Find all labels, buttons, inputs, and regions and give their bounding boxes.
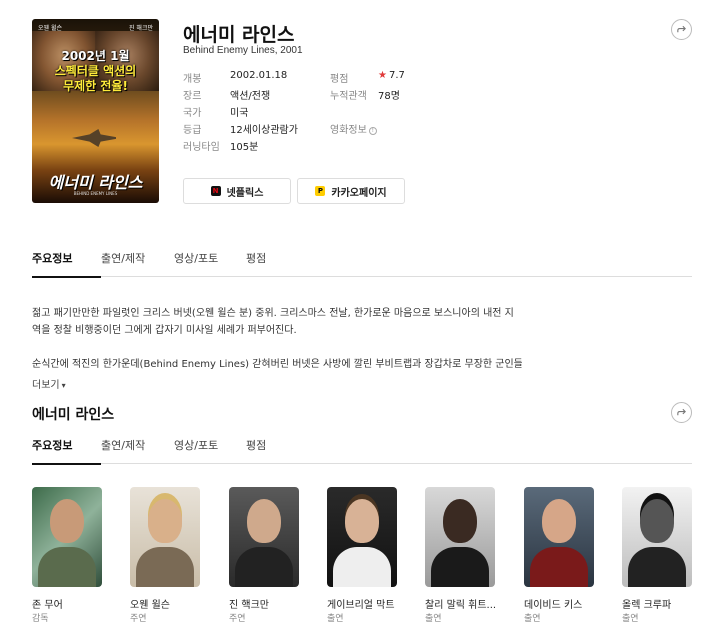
star-icon: ★: [378, 70, 387, 81]
tab-reviews[interactable]: 평점: [246, 251, 296, 277]
score: ★ 7.7: [378, 70, 405, 81]
poster-tagline: 2002년 1월 스펙터클 액션의 무제한 전율!: [54, 49, 137, 93]
kakaopage-button[interactable]: P 카카오페이지: [297, 178, 405, 204]
cast-photo: [327, 487, 397, 587]
movie-poster[interactable]: 오웬 윌슨 진 해크만 2002년 1월 스펙터클 액션의 무제한 전율! 에너…: [32, 19, 159, 203]
release-date: 2002.01.18: [230, 70, 288, 81]
movie-subtitle: Behind Enemy Lines, 2001: [183, 45, 303, 56]
cast-item[interactable]: 데이비드 키스 출연: [524, 487, 594, 624]
tab-media[interactable]: 영상/포토: [174, 251, 246, 277]
cast-photo: [622, 487, 692, 587]
cast-photo: [130, 487, 200, 587]
info-icon: !: [368, 127, 377, 135]
poster-jet: [72, 129, 116, 147]
share-button-secondary[interactable]: [671, 402, 692, 423]
cast-item[interactable]: 게이브리얼 막트 출연: [327, 487, 397, 624]
cast-item[interactable]: 진 핵크만 주연: [229, 487, 299, 624]
running-time: 105분: [230, 142, 259, 153]
netflix-icon: N: [210, 186, 221, 196]
tab-bar-sticky: 주요정보 출연/제작 영상/포토 평점: [32, 438, 692, 465]
cast-item[interactable]: 찰리 말릭 휘트... 출연: [425, 487, 496, 624]
share-button[interactable]: [671, 19, 692, 40]
synopsis: 젊고 패기만만한 파일럿인 크리스 버넷(오웬 윌슨 분) 중위. 크리스마스 …: [32, 308, 522, 370]
info-key: 누적관객: [330, 91, 367, 102]
movie-info-link[interactable]: 영화정보!: [330, 121, 377, 136]
info-key: 평점: [330, 74, 349, 85]
tab-main-info[interactable]: 주요정보: [32, 251, 101, 278]
info-key: 개봉: [183, 74, 202, 85]
cast-photo: [524, 487, 594, 587]
genre: 액션/전쟁: [230, 91, 271, 102]
cast-photo: [425, 487, 495, 587]
poster-actor-names: 오웬 윌슨 진 해크만: [38, 25, 153, 32]
cast-item[interactable]: 오웬 윌슨 주연: [130, 487, 200, 624]
info-key: 국가: [183, 108, 202, 119]
poster-title: 에너미 라인스: [48, 173, 143, 192]
info-key: 장르: [183, 91, 202, 102]
section-title: 에너미 라인스: [32, 407, 115, 423]
audience-count: 78명: [378, 91, 400, 102]
tab-media[interactable]: 영상/포토: [174, 438, 246, 464]
tab-cast[interactable]: 출연/제작: [101, 438, 174, 464]
netflix-button[interactable]: N 넷플릭스: [183, 178, 291, 204]
chevron-down-icon: ▾: [61, 381, 66, 390]
info-key: 등급: [183, 125, 202, 136]
tab-reviews[interactable]: 평점: [246, 438, 296, 464]
share-icon: [677, 25, 686, 33]
tab-bar-top: 주요정보 출연/제작 영상/포토 평점: [32, 251, 692, 278]
tab-cast[interactable]: 출연/제작: [101, 251, 174, 277]
tab-main-info[interactable]: 주요정보: [32, 438, 101, 465]
info-key: 러닝타임: [183, 142, 220, 153]
movie-title: 에너미 라인스: [183, 24, 295, 46]
kakaopage-icon: P: [315, 186, 326, 196]
cast-photo: [229, 487, 299, 587]
cast-photo: [32, 487, 102, 587]
rating-grade: 12세이상관람가: [230, 125, 298, 136]
share-icon: [677, 408, 686, 416]
cast-item[interactable]: 존 무어 감독: [32, 487, 102, 624]
more-button[interactable]: 더보기 ▾: [32, 376, 66, 391]
country: 미국: [230, 108, 249, 119]
cast-item[interactable]: 올렉 크루파 출연: [622, 487, 692, 624]
poster-title-en: BEHIND ENEMY LINES: [73, 191, 118, 196]
